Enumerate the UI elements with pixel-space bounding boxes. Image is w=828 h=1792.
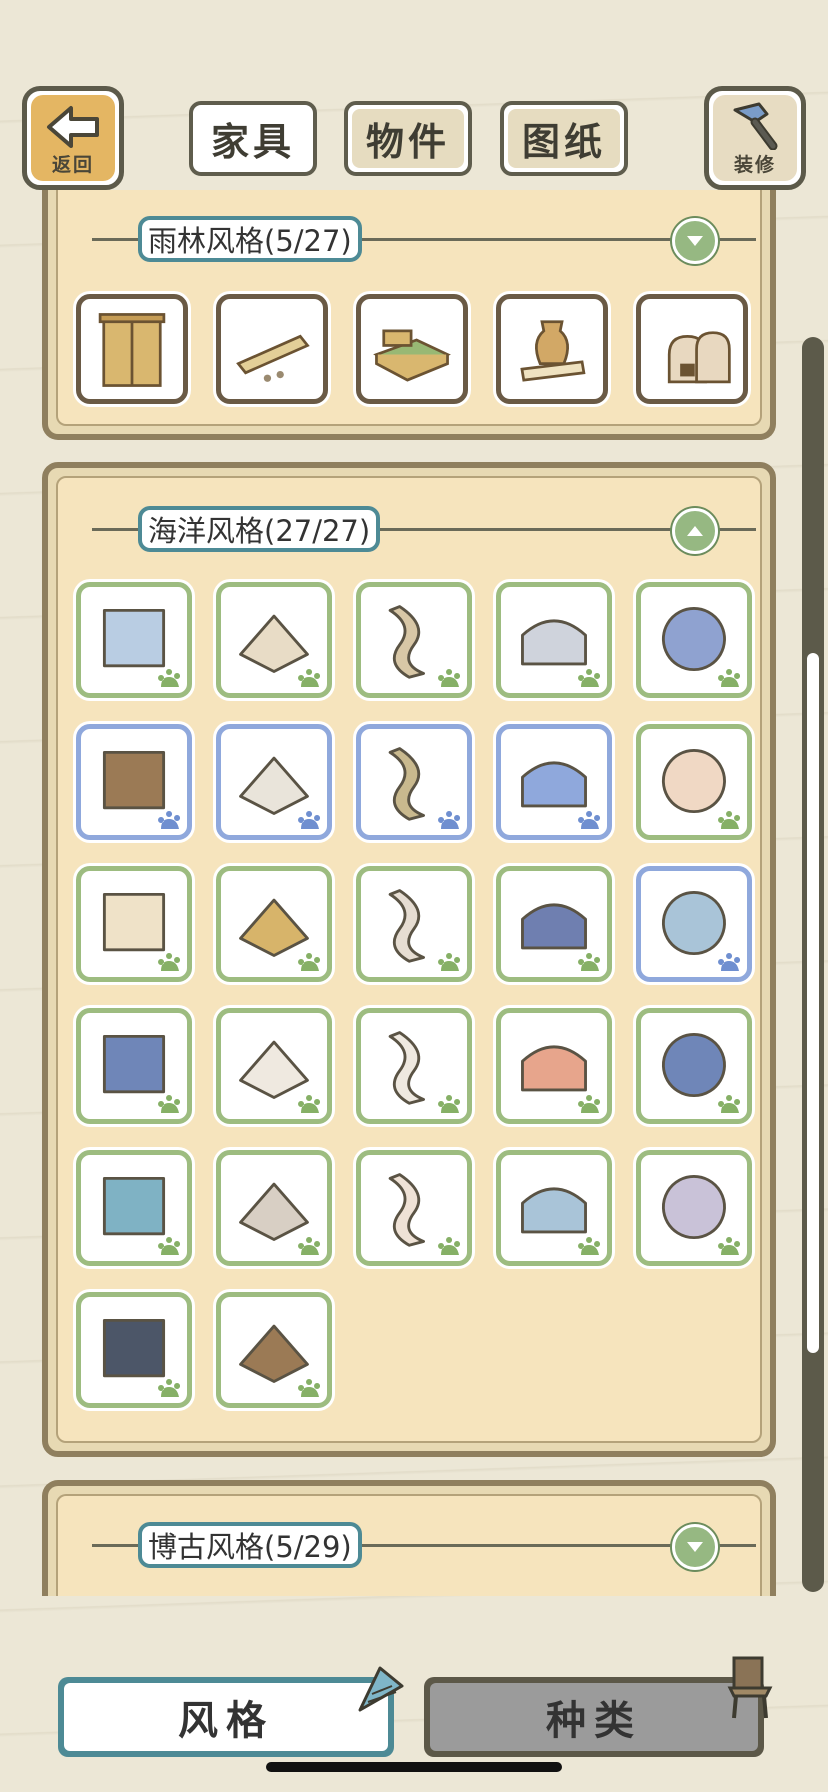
item-ocean-16[interactable] xyxy=(76,1008,192,1124)
item-ocean-15[interactable] xyxy=(636,866,752,982)
item-ocean-8[interactable] xyxy=(356,724,472,840)
frog-paw-icon xyxy=(578,1095,601,1113)
item-ocean-9[interactable] xyxy=(496,724,612,840)
item-rainforest-2[interactable] xyxy=(216,294,328,404)
frog-paw-icon xyxy=(298,1379,321,1397)
frog-paw-icon xyxy=(438,1095,461,1113)
frog-paw-icon xyxy=(718,1095,741,1113)
expand-toggle-rainforest[interactable] xyxy=(672,218,718,264)
oven-icon xyxy=(667,331,731,384)
frog-paw-icon xyxy=(298,953,321,971)
category-title-rainforest[interactable]: 雨林风格(5/27) xyxy=(138,216,362,262)
back-label: 返回 xyxy=(51,154,94,176)
frog-paw-icon xyxy=(718,669,741,687)
frog-paw-icon xyxy=(298,669,321,687)
frog-paw-icon xyxy=(438,669,461,687)
scroll-icon xyxy=(236,334,310,382)
item-ocean-19[interactable] xyxy=(496,1008,612,1124)
item-ocean-13[interactable] xyxy=(356,866,472,982)
arrow-left-icon xyxy=(47,106,99,148)
frog-paw-icon xyxy=(158,1379,181,1397)
frog-paw-icon xyxy=(158,1095,181,1113)
item-ocean-21[interactable] xyxy=(76,1150,192,1266)
item-ocean-6[interactable] xyxy=(76,724,192,840)
item-ocean-11[interactable] xyxy=(76,866,192,982)
category-panel-rainforest: 雨林风格(5/27) xyxy=(42,190,776,440)
decorate-label: 装修 xyxy=(733,154,776,176)
category-title-antique[interactable]: 博古风格(5/29) xyxy=(138,1522,362,1568)
item-ocean-24[interactable] xyxy=(496,1150,612,1266)
item-rainforest-5[interactable] xyxy=(636,294,748,404)
chevron-down-icon xyxy=(687,1542,703,1552)
frog-paw-icon xyxy=(158,669,181,687)
item-ocean-10[interactable] xyxy=(636,724,752,840)
tab-furniture[interactable]: 家具 xyxy=(189,101,317,176)
frog-paw-icon xyxy=(438,953,461,971)
type-tab-label: 种类 xyxy=(430,1683,758,1751)
item-ocean-12[interactable] xyxy=(216,866,332,982)
frog-paw-icon xyxy=(718,1237,741,1255)
item-rainforest-3[interactable] xyxy=(356,294,468,404)
item-rainforest-4[interactable] xyxy=(496,294,608,404)
scrollbar[interactable] xyxy=(802,337,824,1592)
frog-paw-icon xyxy=(578,669,601,687)
chair-icon xyxy=(727,1656,773,1719)
hand-pointer-icon xyxy=(578,811,601,829)
home-indicator[interactable] xyxy=(266,1762,562,1772)
item-rainforest-1[interactable] xyxy=(76,294,188,404)
item-ocean-18[interactable] xyxy=(356,1008,472,1124)
scrollbar-thumb[interactable] xyxy=(807,653,819,1353)
type-tab-button[interactable]: 种类 xyxy=(424,1677,764,1757)
category-panel-antique: 博古风格(5/29) xyxy=(42,1480,776,1596)
collapse-toggle-ocean[interactable] xyxy=(672,508,718,554)
expand-toggle-antique[interactable] xyxy=(672,1524,718,1570)
item-ocean-14[interactable] xyxy=(496,866,612,982)
item-ocean-7[interactable] xyxy=(216,724,332,840)
wardrobe-icon xyxy=(98,313,166,387)
item-ocean-20[interactable] xyxy=(636,1008,752,1124)
style-tab-button[interactable]: 风格 xyxy=(58,1677,394,1757)
item-ocean-26[interactable] xyxy=(76,1292,192,1408)
decorate-button[interactable]: 装修 xyxy=(704,86,806,190)
chevron-up-icon xyxy=(687,526,703,536)
chevron-down-icon xyxy=(687,236,703,246)
item-ocean-3[interactable] xyxy=(356,582,472,698)
frog-paw-icon xyxy=(438,1237,461,1255)
frog-paw-icon xyxy=(298,1237,321,1255)
bed-icon xyxy=(373,329,451,382)
tab-blueprints[interactable]: 图纸 xyxy=(500,101,628,176)
frog-paw-icon xyxy=(158,1237,181,1255)
hand-pointer-icon xyxy=(438,811,461,829)
hand-pointer-icon xyxy=(158,811,181,829)
back-button[interactable]: 返回 xyxy=(22,86,124,190)
item-ocean-17[interactable] xyxy=(216,1008,332,1124)
frog-paw-icon xyxy=(718,811,741,829)
item-ocean-2[interactable] xyxy=(216,582,332,698)
item-ocean-1[interactable] xyxy=(76,582,192,698)
hand-pointer-icon xyxy=(298,811,321,829)
category-panel-ocean: 海洋风格(27/27) xyxy=(42,462,776,1457)
item-ocean-27[interactable] xyxy=(216,1292,332,1408)
frog-paw-icon xyxy=(578,1237,601,1255)
frog-paw-icon xyxy=(158,953,181,971)
vase-icon xyxy=(520,320,586,382)
item-ocean-5[interactable] xyxy=(636,582,752,698)
category-title-ocean[interactable]: 海洋风格(27/27) xyxy=(138,506,381,552)
frog-paw-icon xyxy=(298,1095,321,1113)
item-ocean-22[interactable] xyxy=(216,1150,332,1266)
frog-paw-icon xyxy=(578,953,601,971)
hand-pointer-icon xyxy=(718,953,741,971)
item-ocean-4[interactable] xyxy=(496,582,612,698)
item-ocean-25[interactable] xyxy=(636,1150,752,1266)
conch-shell-icon xyxy=(358,1666,404,1712)
style-tab-label: 风格 xyxy=(64,1683,388,1751)
tab-items[interactable]: 物件 xyxy=(344,101,472,176)
item-ocean-23[interactable] xyxy=(356,1150,472,1266)
hammer-icon xyxy=(733,102,778,150)
